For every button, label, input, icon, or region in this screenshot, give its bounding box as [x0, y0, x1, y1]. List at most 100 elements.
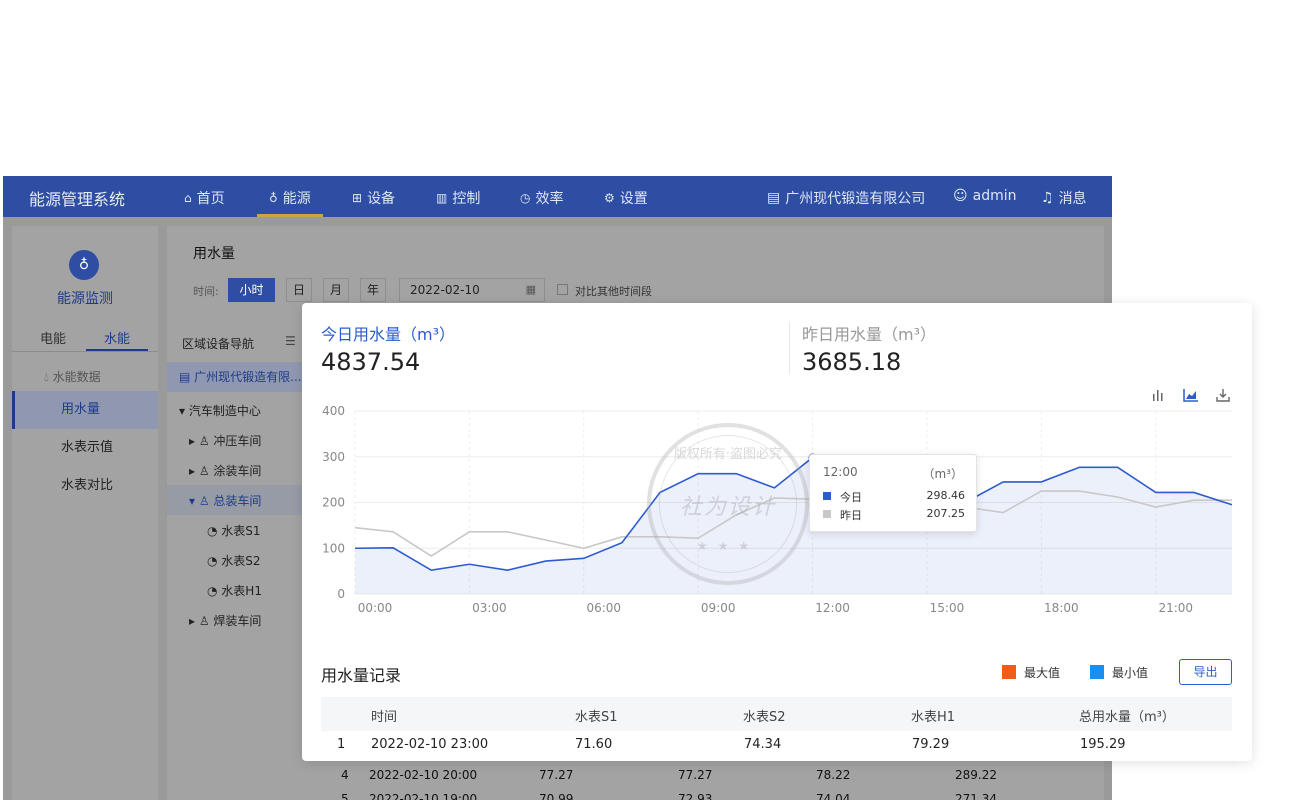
row-s2: 77.27 — [678, 768, 713, 782]
company-selector[interactable]: ▤ 广州现代锻造有限公司 — [767, 188, 925, 208]
tree-node-label: 焊装车间 — [213, 614, 262, 628]
compare-label: 对比其他时间段 — [575, 285, 652, 298]
gear-icon: ⚙ — [604, 191, 615, 205]
drop-icon: 💧︎ — [44, 370, 49, 384]
nav-energy[interactable]: ♁ 能源 — [269, 188, 311, 208]
records-table-header: 时间 水表S1 水表S2 水表H1 总用水量（m³） — [321, 697, 1232, 731]
tree-node-assembly[interactable]: ▾ ♙ 总装车间 — [189, 492, 261, 509]
tree-node-stamping[interactable]: ▸ ♙ 冲压车间 — [189, 432, 261, 449]
watermark-top-text: 版权所有·盗图必究 — [673, 447, 783, 462]
nav-efficiency[interactable]: ◷ 效率 — [520, 188, 563, 208]
tree-root-company[interactable]: ▤ 广州现代锻造有限... — [167, 362, 303, 392]
x-tick-label: 03:00 — [472, 601, 507, 615]
meter-icon: ◔ — [207, 524, 222, 538]
clock-icon: ◷ — [520, 191, 531, 205]
granularity-day[interactable]: 日 — [286, 278, 312, 302]
legend-max-label: 最大值 — [1024, 666, 1061, 680]
tooltip-unit: （m³） — [922, 467, 963, 481]
granularity-hour[interactable]: 小时 — [228, 278, 275, 302]
date-picker[interactable]: 2022-02-10 ▦ — [399, 278, 545, 302]
nav-settings[interactable]: ⚙ 设置 — [604, 188, 648, 208]
x-tick-label: 09:00 — [701, 601, 736, 615]
x-tick-label: 00:00 — [358, 601, 393, 615]
grid-icon: ⊞ — [352, 191, 363, 205]
tree-node-meter-s1[interactable]: ◔ 水表S1 — [207, 522, 261, 539]
nav-control-label: 控制 — [452, 191, 481, 207]
nav-settings-label: 设置 — [619, 191, 648, 207]
nav-device[interactable]: ⊞ 设备 — [352, 188, 395, 208]
date-value: 2022-02-10 — [410, 283, 480, 297]
x-tick-label: 18:00 — [1044, 601, 1079, 615]
tree-node-label: 水表S2 — [221, 554, 261, 568]
user-menu[interactable]: ☺ admin — [953, 188, 1016, 204]
row-index: 5 — [341, 792, 349, 800]
water-data-section: 💧︎ 水能数据 — [44, 368, 101, 385]
granularity-year[interactable]: 年 — [360, 278, 386, 302]
app-brand: 能源管理系统 — [29, 190, 126, 209]
today-usage-value: 4837.54 — [321, 348, 421, 376]
today-usage-label: 今日用水量（m³） — [321, 325, 456, 344]
row-s2: 72.93 — [678, 792, 713, 800]
user-icon: ☺ — [953, 188, 968, 204]
nav-energy-label: 能源 — [282, 191, 311, 207]
yesterday-usage-value: 3685.18 — [802, 348, 902, 376]
tooltip-value-today: 298.46 — [926, 489, 966, 502]
row-s1: 70.99 — [539, 792, 574, 800]
tooltip-value-yesterday: 207.25 — [926, 507, 966, 520]
caret-down-icon: ▾ — [179, 404, 189, 418]
bulb-icon: ♁ — [269, 191, 278, 205]
menu-item-meter-compare[interactable]: 水表对比 — [12, 467, 158, 505]
nav-device-label: 设备 — [367, 191, 396, 207]
energy-monitor-icon: ♁ — [69, 250, 99, 280]
granularity-month[interactable]: 月 — [323, 278, 349, 302]
left-panel: ♁ 能源监测 电能 水能 💧︎ 水能数据 用水量 水表示值 水表对比 — [12, 226, 158, 800]
tree-node-auto-center[interactable]: ▾ 汽车制造中心 — [179, 402, 261, 419]
building-icon: ▤ — [767, 190, 781, 206]
row-h1: 78.22 — [816, 768, 851, 782]
stat-divider — [789, 323, 790, 373]
y-tick-label: 0 — [337, 587, 345, 601]
menu-item-meter-reading[interactable]: 水表示值 — [12, 429, 158, 467]
tree-node-label: 总装车间 — [213, 494, 262, 508]
caret-right-icon: ▸ ♙ — [189, 464, 214, 478]
home-icon: ⌂ — [184, 191, 192, 205]
tree-node-meter-h1[interactable]: ◔ 水表H1 — [207, 582, 262, 599]
tree-node-label: 涂装车间 — [213, 464, 262, 478]
nav-efficiency-label: 效率 — [535, 191, 564, 207]
nav-home[interactable]: ⌂ 首页 — [184, 188, 225, 208]
messages-button[interactable]: ♫ 消息 — [1041, 188, 1087, 208]
tree-node-welding[interactable]: ▸ ♙ 焊装车间 — [189, 612, 261, 629]
row-time: 2022-02-10 23:00 — [371, 737, 489, 752]
legend-max-swatch — [1002, 665, 1016, 679]
chart-tooltip: 12:00 （m³） 今日 298.46 昨日 207.25 — [809, 454, 977, 532]
y-tick-label: 100 — [322, 541, 345, 555]
watermark-text: 社为设计 — [679, 495, 776, 520]
tooltip-swatch-yesterday — [823, 510, 831, 518]
tab-electricity[interactable]: 电能 — [40, 328, 66, 347]
messages-label: 消息 — [1058, 191, 1087, 207]
tree-root-label: 广州现代锻造有限... — [194, 370, 302, 384]
x-tick-label: 06:00 — [586, 601, 621, 615]
menu-item-water-usage[interactable]: 用水量 — [12, 391, 158, 429]
row-time: 2022-02-10 20:00 — [369, 768, 478, 782]
export-button[interactable]: 导出 — [1179, 659, 1232, 685]
watermark-stars: ★★★ — [696, 539, 760, 553]
legend-min-swatch — [1090, 665, 1104, 679]
column-header-s2: 水表S2 — [743, 710, 786, 725]
row-s1: 71.60 — [575, 737, 613, 752]
nav-home-label: 首页 — [196, 191, 225, 207]
tree-node-meter-s2[interactable]: ◔ 水表S2 — [207, 552, 261, 569]
tree-node-label: 水表S1 — [221, 524, 261, 538]
tree-node-painting[interactable]: ▸ ♙ 涂装车间 — [189, 462, 261, 479]
row-total: 195.29 — [1080, 737, 1126, 752]
bell-icon: ♫ — [1041, 190, 1054, 206]
compare-checkbox[interactable] — [557, 284, 568, 295]
row-s1: 77.27 — [539, 768, 574, 782]
nav-control[interactable]: ▥ 控制 — [436, 188, 480, 208]
column-header-s1: 水表S1 — [575, 710, 618, 725]
row-index: 4 — [341, 768, 349, 782]
water-usage-card: 今日用水量（m³） 4837.54 昨日用水量（m³） 3685.18 00:0… — [302, 303, 1252, 761]
tooltip-swatch-today — [823, 492, 831, 500]
collapse-icon[interactable]: ☰ — [285, 334, 296, 348]
tab-water[interactable]: 水能 — [104, 328, 130, 347]
